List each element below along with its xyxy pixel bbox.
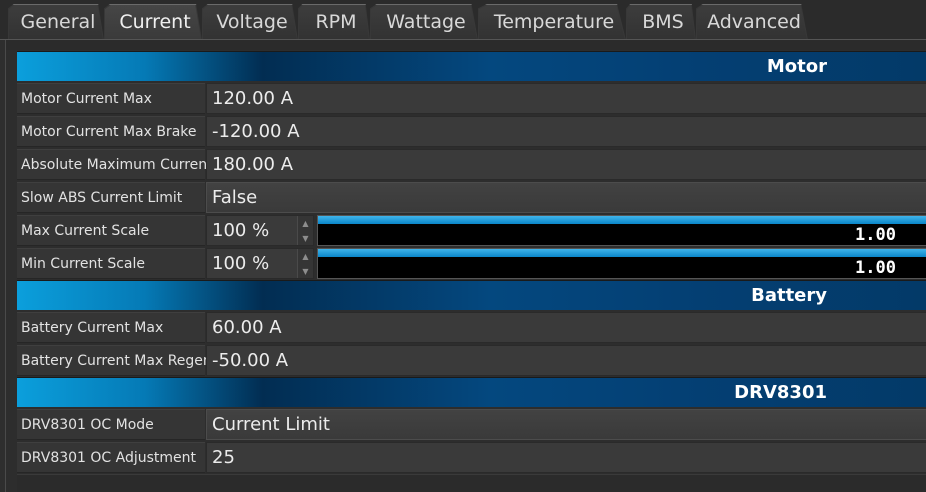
motor-current-max-input[interactable]: 120.00 A (206, 83, 926, 114)
section-header-motor: Motor (17, 51, 926, 81)
spinbox-value: 100 % (212, 253, 270, 274)
slow-abs-current-limit-select[interactable]: False (206, 182, 926, 213)
row-max-current-scale: Max Current Scale 100 % ▲ ▼ 1.00 (17, 214, 926, 247)
section-title: Battery (751, 285, 827, 306)
row-min-current-scale: Min Current Scale 100 % ▲ ▼ 1.00 (17, 247, 926, 280)
row-motor-current-max: Motor Current Max 120.00 A (17, 82, 926, 115)
tab-advanced[interactable]: Advanced (696, 4, 808, 40)
section-header-drv8301: DRV8301 (17, 377, 926, 407)
field-label: DRV8301 OC Mode (17, 409, 205, 440)
tab-temperature[interactable]: Temperature (478, 4, 626, 40)
app-window: General Current Voltage RPM Wattage Temp… (0, 0, 926, 492)
field-label: Motor Current Max Brake (17, 116, 205, 147)
tab-general[interactable]: General (8, 4, 104, 40)
field-label: Min Current Scale (17, 248, 205, 279)
row-battery-current-max-regen: Battery Current Max Regen -50.00 A (17, 344, 926, 377)
field-label: Slow ABS Current Limit (17, 182, 205, 213)
spinbox-value: 100 % (212, 220, 270, 241)
row-battery-current-max: Battery Current Max 60.00 A (17, 311, 926, 344)
panel-top-margin (6, 40, 926, 50)
chevron-down-icon[interactable]: ▼ (298, 231, 313, 245)
max-current-scale-spinbox[interactable]: 100 % ▲ ▼ (206, 215, 314, 246)
min-current-scale-bar: 1.00 (317, 248, 926, 279)
section-header-battery: Battery (17, 280, 926, 310)
section-title: DRV8301 (734, 382, 827, 403)
tab-current[interactable]: Current (104, 4, 202, 40)
field-label: DRV8301 OC Adjustment (17, 442, 205, 473)
bar-value: 1.00 (855, 225, 896, 245)
field-label: Absolute Maximum Current (17, 149, 213, 180)
bar-fill (318, 249, 926, 257)
field-label: Battery Current Max Regen (17, 345, 212, 376)
panel-bottom-strip (17, 474, 926, 492)
field-label: Motor Current Max (17, 83, 205, 114)
absolute-maximum-current-input[interactable]: 180.00 A (206, 149, 926, 180)
min-current-scale-spinbox[interactable]: 100 % ▲ ▼ (206, 248, 314, 279)
tab-rpm[interactable]: RPM (298, 4, 370, 40)
tab-wattage[interactable]: Wattage (370, 4, 478, 40)
field-label: Max Current Scale (17, 215, 205, 246)
row-drv8301-oc-adjustment: DRV8301 OC Adjustment 25 (17, 441, 926, 474)
row-motor-current-max-brake: Motor Current Max Brake -120.00 A (17, 115, 926, 148)
row-drv8301-oc-mode: DRV8301 OC Mode Current Limit (17, 408, 926, 441)
tab-bms[interactable]: BMS (626, 4, 696, 40)
tab-voltage[interactable]: Voltage (202, 4, 298, 40)
chevron-up-icon[interactable]: ▲ (298, 216, 313, 230)
drv8301-oc-adjustment-input[interactable]: 25 (206, 442, 926, 473)
max-current-scale-bar: 1.00 (317, 215, 926, 246)
chevron-down-icon[interactable]: ▼ (298, 264, 313, 278)
section-title: Motor (766, 56, 827, 77)
chevron-up-icon[interactable]: ▲ (298, 249, 313, 263)
spin-buttons: ▲ ▼ (297, 216, 313, 245)
battery-current-max-regen-input[interactable]: -50.00 A (206, 345, 926, 376)
bar-value: 1.00 (855, 258, 896, 278)
row-absolute-maximum-current: Absolute Maximum Current 180.00 A (17, 148, 926, 181)
motor-current-max-brake-input[interactable]: -120.00 A (206, 116, 926, 147)
battery-current-max-input[interactable]: 60.00 A (206, 312, 926, 343)
current-settings-panel: Motor Motor Current Max 120.00 A Motor C… (5, 40, 926, 492)
tab-bar: General Current Voltage RPM Wattage Temp… (0, 0, 926, 40)
bar-fill (318, 216, 926, 224)
field-label: Battery Current Max (17, 312, 205, 343)
drv8301-oc-mode-select[interactable]: Current Limit (206, 409, 926, 440)
spin-buttons: ▲ ▼ (297, 249, 313, 278)
row-slow-abs-current-limit: Slow ABS Current Limit False (17, 181, 926, 214)
